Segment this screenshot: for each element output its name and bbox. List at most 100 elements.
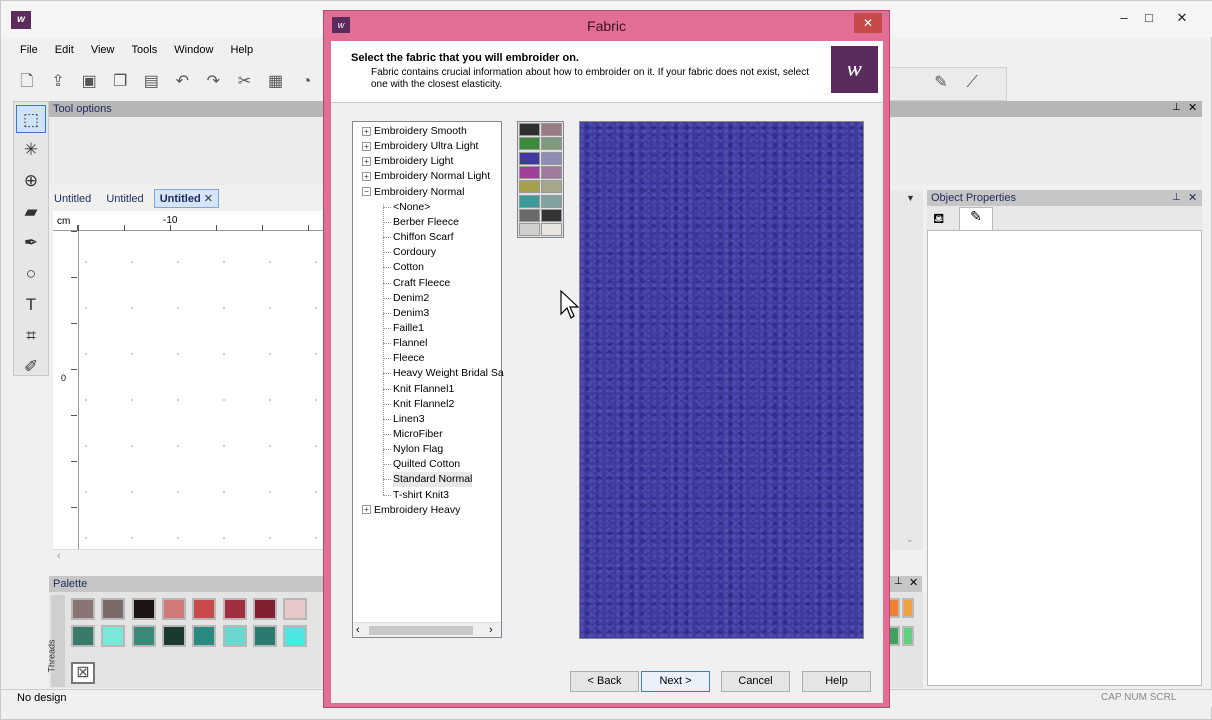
tree-group[interactable]: + Embroidery Ultra Light	[353, 139, 478, 154]
fabric-color-swatch[interactable]	[519, 123, 540, 136]
new-file-icon[interactable]: 🗋	[14, 69, 40, 95]
scroll-left-icon[interactable]: ‹	[356, 623, 360, 637]
copy-icon[interactable]: ❐	[107, 69, 133, 95]
palette-swatch[interactable]	[192, 625, 217, 647]
palette-swatch[interactable]	[902, 598, 914, 618]
fabric-color-swatch[interactable]	[541, 223, 562, 237]
scroll-left-icon[interactable]: ‹	[57, 550, 61, 562]
help-button[interactable]: Help	[802, 671, 871, 692]
tree-item[interactable]: Nylon Flag	[382, 442, 443, 457]
paste-icon[interactable]: ▤	[138, 69, 164, 95]
fabric-color-swatch[interactable]	[519, 223, 540, 237]
palette-swatch[interactable]	[161, 625, 186, 647]
tab-untitled-active[interactable]: Untitled ✕	[153, 189, 219, 208]
expand-icon[interactable]: +	[362, 141, 371, 151]
expand-icon[interactable]: +	[362, 126, 371, 136]
text-tool-icon[interactable]: T	[16, 291, 46, 319]
tab-close-icon[interactable]: ✕	[204, 193, 213, 205]
cut-icon[interactable]: ✂	[231, 69, 257, 95]
tree-item[interactable]: Knit Flannel2	[382, 397, 454, 412]
menu-edit[interactable]: Edit	[48, 41, 81, 59]
pin-icon[interactable]: ⊥	[1172, 190, 1181, 206]
palette-swatch[interactable]	[131, 598, 156, 620]
menu-window[interactable]: Window	[167, 41, 220, 59]
tree-horizontal-scrollbar[interactable]: ‹ ›	[353, 622, 501, 637]
back-button[interactable]: < Back	[570, 671, 639, 692]
tree-group[interactable]: + Embroidery Light	[353, 154, 453, 169]
tree-item[interactable]: Flannel	[382, 336, 427, 351]
menu-view[interactable]: View	[84, 41, 122, 59]
palette-swatch[interactable]	[222, 598, 247, 620]
palette-icon[interactable]: ◔	[294, 69, 320, 95]
palette-swatch[interactable]	[252, 598, 277, 620]
pin-icon[interactable]: ⊥	[894, 576, 903, 587]
ellipse-tool-icon[interactable]: ○	[16, 260, 46, 288]
palette-swatch[interactable]	[283, 598, 308, 620]
palette-swatch[interactable]	[902, 626, 914, 646]
tree-item[interactable]: Cordoury	[382, 245, 436, 260]
palette-swatch[interactable]	[101, 625, 126, 647]
zoom-icon[interactable]: ⊕	[16, 167, 46, 195]
expand-icon[interactable]: +	[362, 505, 371, 515]
palette-swatch[interactable]	[161, 598, 186, 620]
fabric-color-swatch[interactable]	[541, 165, 562, 179]
fabric-color-swatch[interactable]	[541, 137, 562, 151]
fabric-color-swatch[interactable]	[541, 194, 562, 208]
palette-swatch[interactable]	[131, 625, 156, 647]
tree-item[interactable]: <None>	[382, 200, 430, 215]
tree-item[interactable]: Faille1	[383, 321, 424, 336]
fabric-color-swatch[interactable]	[519, 194, 540, 208]
tree-item[interactable]: Chiffon Scarf	[383, 230, 454, 245]
tree-item[interactable]: MicroFiber	[383, 427, 443, 442]
brush-icon[interactable]: ✎	[928, 70, 954, 96]
tree-item[interactable]: Denim3	[382, 306, 429, 321]
pin-icon[interactable]: ⊥	[1172, 102, 1181, 113]
grid-icon[interactable]: ▦	[263, 69, 289, 95]
fabric-color-swatch[interactable]	[519, 151, 540, 165]
tree-item[interactable]: Denim2	[382, 291, 429, 306]
tree-item[interactable]: Knit Flannel1	[382, 382, 454, 397]
tree-item[interactable]: Fleece	[383, 351, 425, 366]
redo-icon[interactable]: ↷	[200, 69, 226, 95]
tab-untitled-2[interactable]: Untitled	[101, 191, 148, 207]
threads-tab[interactable]: Threads	[47, 595, 65, 687]
tree-item[interactable]: Berber Fleece	[383, 215, 459, 230]
cancel-button[interactable]: Cancel	[721, 671, 790, 692]
palette-swatch[interactable]	[71, 625, 95, 647]
pen-tool-icon[interactable]: ✒	[16, 229, 46, 257]
chevron-down-icon[interactable]: ▼	[906, 193, 915, 203]
dialog-close-button[interactable]: ✕	[854, 13, 882, 33]
tab-untitled-1[interactable]: Untitled	[49, 191, 96, 207]
tree-group[interactable]: + Embroidery Smooth	[353, 124, 467, 139]
menu-tools[interactable]: Tools	[125, 41, 165, 59]
palette-swatch[interactable]	[222, 625, 247, 647]
minimize-button[interactable]: –	[1113, 9, 1135, 27]
palette-swatch[interactable]	[252, 625, 277, 647]
collapse-icon[interactable]: −	[362, 187, 371, 197]
menu-help[interactable]: Help	[223, 41, 260, 59]
expand-icon[interactable]: +	[362, 172, 371, 182]
tree-item[interactable]: T-shirt Knit3	[382, 488, 449, 503]
tree-item[interactable]: Quilted Cotton	[382, 457, 460, 472]
crop-tool-icon[interactable]: ⌗	[16, 322, 46, 350]
magic-wand-icon[interactable]: ✳	[16, 136, 46, 164]
next-button[interactable]: Next >	[641, 671, 710, 692]
undo-icon[interactable]: ↶	[169, 69, 195, 95]
eyedropper-icon[interactable]: ✐	[16, 353, 46, 381]
tree-item[interactable]: Cotton	[383, 260, 424, 275]
tree-item[interactable]: Craft Fleece	[382, 276, 450, 291]
palette-swatch[interactable]	[71, 598, 95, 620]
menu-file[interactable]: File	[13, 41, 45, 59]
select-tool-icon[interactable]: ⬚	[16, 105, 46, 133]
tree-group[interactable]: − Embroidery Normal	[353, 185, 464, 200]
fabric-color-swatch[interactable]	[541, 180, 562, 194]
tree-item[interactable]: Heavy Weight Bridal Sa	[383, 366, 504, 381]
no-thread-icon[interactable]: ⊠	[71, 662, 95, 684]
fill-bucket-icon[interactable]: ⛾	[933, 210, 944, 229]
scrollbar-thumb[interactable]	[369, 626, 473, 635]
fabric-color-swatch[interactable]	[541, 151, 562, 165]
palette-swatch[interactable]	[283, 625, 308, 647]
palette-swatch[interactable]	[192, 598, 217, 620]
panel-close-icon[interactable]: ✕	[1188, 190, 1197, 206]
panel-close-icon[interactable]: ✕	[1188, 101, 1197, 114]
